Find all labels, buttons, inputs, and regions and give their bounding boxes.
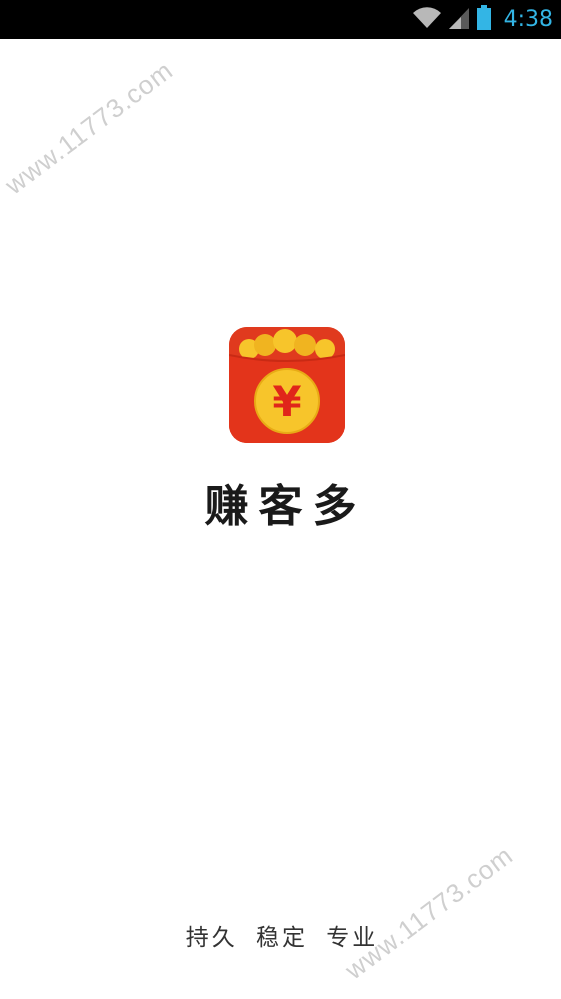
watermark-top: www.11773.com — [0, 54, 179, 201]
cell-signal-icon — [448, 6, 470, 34]
status-icons: 4:38 — [412, 0, 553, 39]
watermark-bottom: www.11773.com — [339, 839, 519, 986]
battery-icon — [476, 4, 492, 35]
clock: 4:38 — [503, 7, 553, 32]
app-name: 赚客多 — [204, 481, 367, 532]
splash-screen: 4:38 www.11773.com www.11773.com ¥ 赚客多 持… — [0, 0, 561, 999]
yen-icon: ¥ — [272, 377, 301, 426]
status-bar: 4:38 — [0, 0, 561, 39]
app-slogan: 持久 稳定 专业 — [185, 925, 379, 951]
wifi-icon — [412, 6, 442, 34]
app-icon: ¥ — [229, 327, 345, 443]
